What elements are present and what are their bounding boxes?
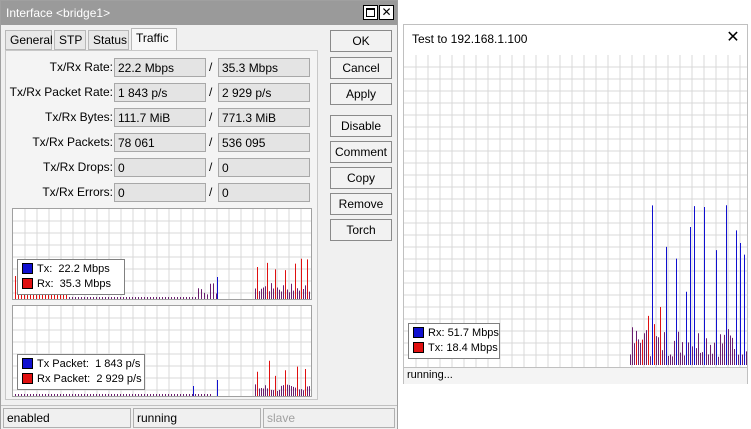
separator: /	[209, 185, 213, 199]
legend-value: 18.4 Mbps	[446, 342, 498, 354]
legend-value: 35.3 Mbps	[59, 278, 111, 290]
status-slave: slave	[263, 408, 395, 428]
maximize-icon[interactable]	[363, 5, 378, 20]
field-label: Tx/Rx Errors:	[42, 185, 113, 199]
interface-window-title: Interface <bridge1>	[6, 6, 111, 20]
legend-item-tx: Tx: 18.4 Mbps	[413, 341, 498, 356]
legend-swatch-tx	[413, 342, 424, 353]
field-row-drops: Tx/Rx Drops: 0 / 0	[6, 158, 319, 178]
legend-value: 22.2 Mbps	[58, 263, 110, 275]
rate-graph-legend: Tx: 22.2 Mbps Rx: 35.3 Mbps	[17, 259, 125, 295]
bandwidth-test-window: Test to 192.168.1.100 ✕ Rx: 51.7 Mbps Tx…	[403, 24, 748, 384]
remove-button[interactable]: Remove	[330, 193, 392, 215]
tx-errors-field[interactable]: 0	[114, 183, 206, 202]
copy-button[interactable]: Copy	[330, 167, 392, 189]
status-running: running	[133, 408, 261, 428]
tx-drops-field[interactable]: 0	[114, 158, 206, 177]
separator: /	[209, 60, 213, 74]
ok-button[interactable]: OK	[330, 30, 392, 52]
rate-graph: Tx: 22.2 Mbps Rx: 35.3 Mbps	[12, 208, 312, 300]
separator: /	[209, 85, 213, 99]
legend-swatch-rx	[413, 327, 424, 338]
field-label: Tx/Rx Bytes:	[44, 110, 113, 124]
tab-general[interactable]: General	[5, 30, 53, 50]
legend-label: Rx:	[428, 327, 445, 339]
legend-value: 2 929 p/s	[96, 373, 142, 385]
packet-graph: Tx Packet: 1 843 p/s Rx Packet: 2 929 p/…	[12, 305, 312, 397]
legend-label: Tx:	[37, 263, 53, 275]
rx-rate-field[interactable]: 35.3 Mbps	[218, 58, 310, 77]
legend-label: Rx:	[37, 278, 54, 290]
test-graph: Rx: 51.7 Mbps Tx: 18.4 Mbps	[404, 55, 747, 367]
rx-drops-field[interactable]: 0	[218, 158, 310, 177]
interface-title-bar[interactable]: Interface <bridge1> ✕	[1, 1, 397, 25]
test-graph-legend: Rx: 51.7 Mbps Tx: 18.4 Mbps	[408, 323, 500, 359]
tx-rate-field[interactable]: 22.2 Mbps	[114, 58, 206, 77]
legend-item-rx: Rx: 51.7 Mbps	[413, 326, 499, 341]
tab-status[interactable]: Status	[88, 30, 129, 50]
traffic-panel: Tx/Rx Rate: 22.2 Mbps / 35.3 Mbps Tx/Rx …	[5, 50, 318, 400]
legend-value: 1 843 p/s	[95, 358, 141, 370]
rx-bytes-field[interactable]: 771.3 MiB	[218, 108, 310, 127]
disable-button[interactable]: Disable	[330, 115, 392, 137]
interface-window: Interface <bridge1> ✕ General STP Status…	[0, 0, 398, 429]
tx-packet-rate-field[interactable]: 1 843 p/s	[114, 83, 206, 102]
field-label: Tx/Rx Drops:	[42, 160, 113, 174]
rx-packet-rate-field[interactable]: 2 929 p/s	[218, 83, 310, 102]
rx-errors-field[interactable]: 0	[218, 183, 310, 202]
field-row-errors: Tx/Rx Errors: 0 / 0	[6, 183, 319, 203]
legend-label: Tx:	[428, 342, 444, 354]
legend-value: 51.7 Mbps	[447, 327, 499, 339]
apply-button[interactable]: Apply	[330, 83, 392, 105]
legend-item-rx-packet: Rx Packet: 2 929 p/s	[22, 372, 142, 387]
torch-button[interactable]: Torch	[330, 219, 392, 241]
rx-packets-field[interactable]: 536 095	[218, 133, 310, 152]
separator: /	[209, 135, 213, 149]
legend-label: Tx Packet:	[37, 358, 89, 370]
legend-swatch-tx	[22, 358, 33, 369]
test-window-title: Test to 192.168.1.100	[412, 32, 528, 46]
packet-graph-legend: Tx Packet: 1 843 p/s Rx Packet: 2 929 p/…	[17, 354, 145, 390]
field-row-bytes: Tx/Rx Bytes: 111.7 MiB / 771.3 MiB	[6, 108, 319, 128]
field-label: Tx/Rx Packet Rate:	[9, 85, 113, 99]
legend-swatch-rx	[22, 373, 33, 384]
comment-button[interactable]: Comment	[330, 141, 392, 163]
close-icon[interactable]: ✕	[379, 5, 394, 20]
separator: /	[209, 110, 213, 124]
status-bar: enabled running slave	[1, 405, 397, 429]
legend-item-tx-packet: Tx Packet: 1 843 p/s	[22, 357, 140, 372]
field-label: Tx/Rx Rate:	[49, 60, 113, 74]
legend-item-rx: Rx: 35.3 Mbps	[22, 277, 120, 292]
legend-item-tx: Tx: 22.2 Mbps	[22, 262, 120, 277]
test-status: running...	[404, 367, 747, 384]
legend-label: Rx Packet:	[37, 373, 91, 385]
cancel-button[interactable]: Cancel	[330, 57, 392, 79]
tx-packets-field[interactable]: 78 061	[114, 133, 206, 152]
test-graph-plot	[404, 55, 747, 367]
separator: /	[209, 160, 213, 174]
tab-traffic[interactable]: Traffic	[131, 28, 177, 51]
close-icon[interactable]: ✕	[723, 28, 743, 48]
field-label: Tx/Rx Packets:	[32, 135, 113, 149]
tx-bytes-field[interactable]: 111.7 MiB	[114, 108, 206, 127]
tab-stp[interactable]: STP	[54, 30, 86, 50]
field-row-rate: Tx/Rx Rate: 22.2 Mbps / 35.3 Mbps	[6, 58, 319, 78]
legend-swatch-rx	[22, 278, 33, 289]
status-enabled: enabled	[3, 408, 131, 428]
legend-swatch-tx	[22, 263, 33, 274]
field-row-packet-rate: Tx/Rx Packet Rate: 1 843 p/s / 2 929 p/s	[6, 83, 319, 103]
field-row-packets: Tx/Rx Packets: 78 061 / 536 095	[6, 133, 319, 153]
